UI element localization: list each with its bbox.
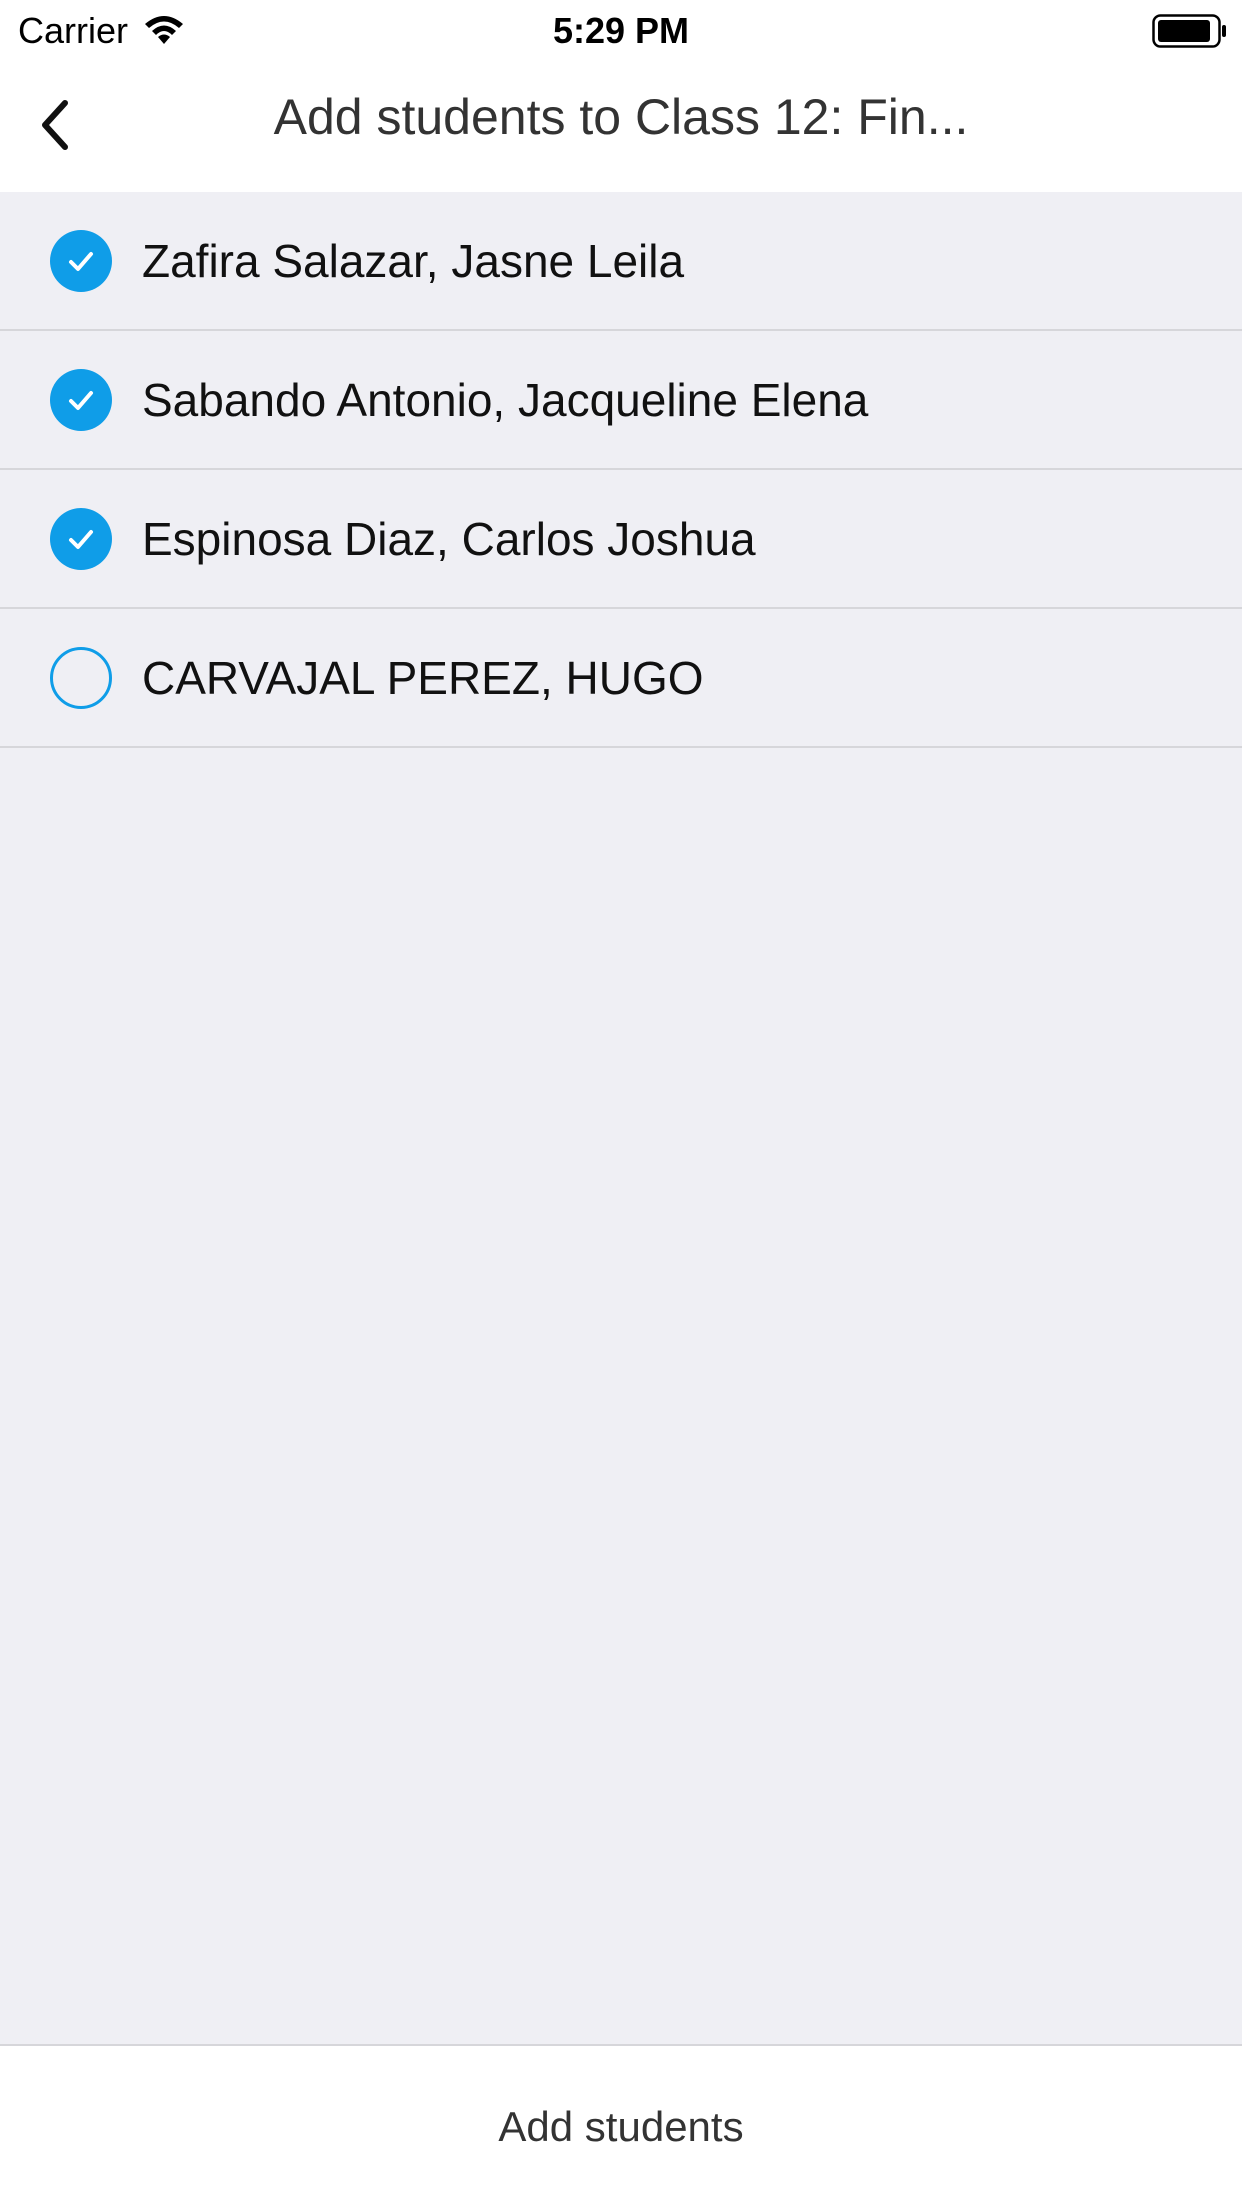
- bottom-bar: Add students: [0, 2044, 1242, 2208]
- checked-circle-icon[interactable]: [50, 368, 112, 431]
- checkmark-icon: [69, 390, 93, 410]
- back-button[interactable]: [20, 80, 90, 170]
- chevron-left-icon: [42, 100, 68, 150]
- navigation-bar: Add students to Class 12: Fin...: [0, 60, 1242, 192]
- checked-circle-icon[interactable]: [50, 229, 112, 292]
- student-list: Zafira Salazar, Jasne Leila Sabando Anton…: [0, 192, 1242, 748]
- unchecked-circle-icon[interactable]: [50, 646, 112, 709]
- student-name: Sabando Antonio, Jacqueline Elena: [142, 373, 869, 426]
- battery-icon: [1152, 14, 1226, 48]
- screen: Carrier 5:29 PM Add students to Class 12…: [0, 0, 1242, 2208]
- page-title: Add students to Class 12: Fin...: [273, 89, 969, 145]
- student-row[interactable]: CARVAJAL PEREZ, HUGO: [0, 609, 1242, 748]
- status-bar: Carrier 5:29 PM: [0, 0, 1242, 60]
- student-row[interactable]: Espinosa Diaz, Carlos Joshua: [0, 470, 1242, 609]
- status-time: 5:29 PM: [552, 10, 690, 51]
- checkmark-icon: [69, 251, 93, 271]
- checked-circle-icon[interactable]: [50, 507, 112, 570]
- checkmark-icon: [69, 529, 93, 549]
- add-students-button[interactable]: Add students: [438, 2083, 803, 2171]
- student-name: Zafira Salazar, Jasne Leila: [142, 234, 685, 287]
- student-name: CARVAJAL PEREZ, HUGO: [142, 651, 704, 704]
- student-name: Espinosa Diaz, Carlos Joshua: [142, 512, 756, 565]
- student-row[interactable]: Zafira Salazar, Jasne Leila: [0, 192, 1242, 331]
- student-row[interactable]: Sabando Antonio, Jacqueline Elena: [0, 331, 1242, 470]
